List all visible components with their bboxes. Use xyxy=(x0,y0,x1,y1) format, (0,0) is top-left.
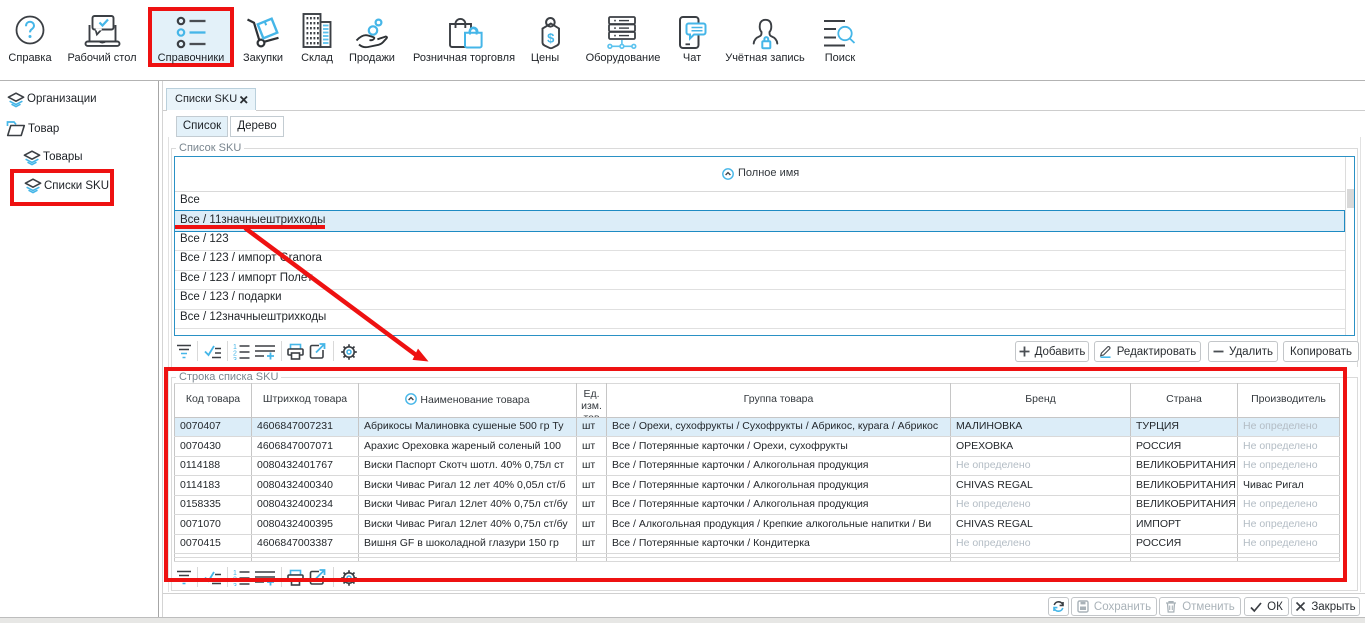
svg-text:3: 3 xyxy=(233,583,237,586)
svg-text:$: $ xyxy=(547,31,555,46)
